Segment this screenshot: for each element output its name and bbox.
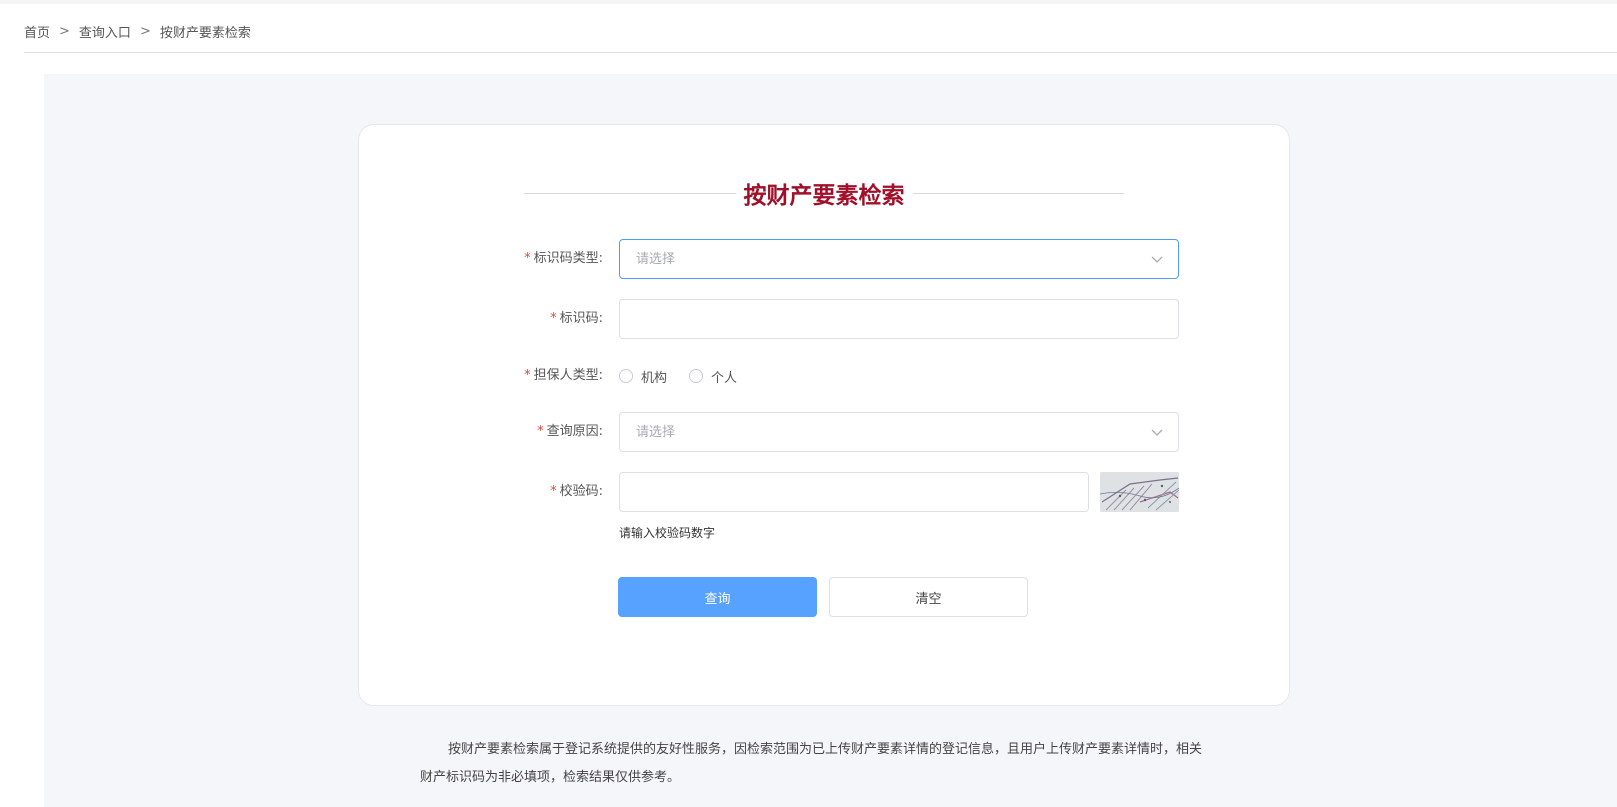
top-strip (0, 0, 1617, 4)
chevron-down-icon (1151, 256, 1163, 263)
id-type-placeholder: 请选择 (636, 252, 676, 267)
breadcrumb-divider (24, 52, 1617, 53)
form-row-query-reason: * 查询原因: 请选择 (359, 412, 1291, 452)
required-mark: * (524, 368, 531, 383)
id-code-input[interactable] (620, 300, 1178, 338)
query-reason-select[interactable]: 请选择 (619, 412, 1179, 452)
guarantor-type-radio-group: 机构 个人 (619, 362, 759, 390)
query-button[interactable]: 查询 (618, 577, 817, 617)
breadcrumb-current: 按财产要素检索 (159, 26, 251, 41)
form-row-id-code: * 标识码: (359, 299, 1291, 339)
title-divider-left (524, 192, 736, 194)
required-mark: * (524, 251, 531, 266)
id-code-label: * 标识码: (550, 311, 603, 326)
id-type-label: * 标识码类型: (524, 251, 603, 266)
form-title-row: 按财产要素检索 (524, 175, 1124, 211)
required-mark: * (537, 424, 544, 439)
form-row-guarantor-type: * 担保人类型: 机构 个人 (359, 356, 1291, 396)
query-reason-placeholder: 请选择 (636, 425, 676, 440)
captcha-image[interactable] (1100, 472, 1179, 512)
radio-circle[interactable] (689, 369, 704, 383)
query-reason-label: * 查询原因: (537, 424, 603, 439)
radio-individual-label: 个人 (711, 370, 738, 386)
breadcrumb-separator: > (59, 24, 70, 39)
breadcrumb-query-entry[interactable]: 查询入口 (79, 22, 131, 41)
breadcrumb-separator: > (139, 24, 151, 39)
radio-institution-label: 机构 (641, 370, 668, 386)
id-type-select[interactable]: 请选择 (619, 239, 1179, 279)
form-title: 按财产要素检索 (743, 183, 905, 209)
captcha-noise-image (1100, 472, 1179, 512)
id-code-field[interactable] (619, 299, 1179, 339)
captcha-field[interactable] (619, 472, 1089, 512)
form-row-id-type: * 标识码类型: 请选择 (359, 239, 1291, 279)
required-mark: * (550, 484, 557, 499)
disclaimer-note: 按财产要素检索属于登记系统提供的友好性服务，因检索范围为已上传财产要素详情的登记… (420, 742, 1203, 785)
title-divider-right (912, 192, 1124, 194)
radio-circle[interactable] (619, 369, 633, 383)
form-actions: 查询 清空 (359, 577, 1291, 617)
captcha-hint: 请输入校验码数字 (619, 526, 716, 540)
clear-button[interactable]: 清空 (829, 577, 1028, 617)
required-mark: * (550, 311, 557, 326)
breadcrumb-home[interactable]: 首页 (24, 22, 50, 41)
captcha-label: * 校验码: (550, 484, 603, 499)
search-form-card: 按财产要素检索 * 标识码类型: 请选择 * 标识码: * 担保人类型: 机构 … (358, 124, 1290, 706)
radio-individual[interactable]: 个人 (689, 367, 737, 386)
form-row-captcha: * 校验码: 请输入校验码数字 (359, 472, 1291, 552)
captcha-input[interactable] (620, 473, 1088, 511)
breadcrumb: 首页 > 查询入口 > 按财产要素检索 (24, 22, 251, 41)
guarantor-type-label: * 担保人类型: (524, 368, 603, 383)
chevron-down-icon (1151, 429, 1163, 436)
radio-institution[interactable]: 机构 (619, 367, 667, 386)
